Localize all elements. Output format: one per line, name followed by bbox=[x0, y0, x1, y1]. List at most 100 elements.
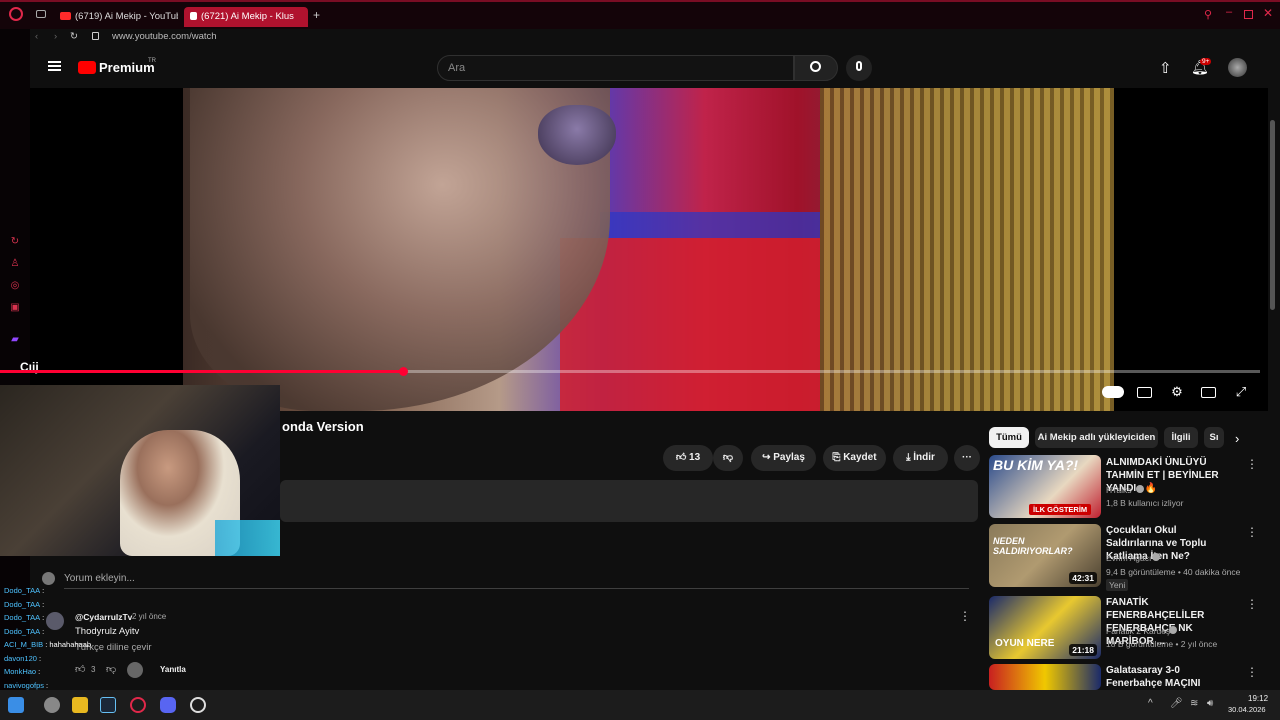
chat-text: : bbox=[42, 599, 45, 609]
more-actions-button[interactable]: ··· bbox=[954, 445, 980, 471]
rec-thumbnail[interactable]: BU KİM YA?! İLK GÖSTERİM bbox=[989, 455, 1101, 518]
chip-more[interactable]: Sı bbox=[1204, 427, 1224, 448]
twitch-icon[interactable]: ▰ bbox=[9, 334, 21, 346]
fullscreen-icon[interactable]: ⤢ bbox=[1233, 384, 1249, 400]
share-button[interactable]: ↪ Paylaş bbox=[751, 445, 816, 471]
reply-button[interactable]: Yanıtla bbox=[160, 665, 186, 674]
download-button[interactable]: ⤓ İndir bbox=[893, 445, 948, 471]
url-text[interactable]: www.youtube.com/watch bbox=[112, 31, 217, 42]
steam-icon[interactable] bbox=[100, 697, 116, 713]
opera-logo-icon[interactable] bbox=[9, 7, 23, 21]
rec-thumbnail[interactable]: NEDEN SALDIRIYORLAR? 42:31 bbox=[989, 524, 1101, 587]
avatar[interactable] bbox=[1228, 58, 1247, 77]
obs-icon[interactable] bbox=[190, 697, 206, 713]
chip-from-uploader[interactable]: Ai Mekip adlı yükleyiciden bbox=[1035, 427, 1158, 448]
logo-text[interactable]: Premium bbox=[99, 60, 155, 75]
opera-taskbar-icon[interactable] bbox=[130, 697, 146, 713]
clock-time[interactable]: 19:12 bbox=[1248, 694, 1268, 703]
chip-all[interactable]: Tümü bbox=[989, 427, 1029, 448]
menu-icon-bar bbox=[48, 65, 61, 67]
messenger-icon[interactable]: ◎ bbox=[9, 280, 21, 292]
verified-icon bbox=[1169, 626, 1177, 634]
chat-username[interactable]: Dodo_TAA bbox=[4, 586, 40, 595]
page-scrollbar[interactable] bbox=[1270, 120, 1275, 310]
rec-channel[interactable]: Fanatik 2 Kardeş bbox=[1106, 626, 1170, 636]
wifi-icon[interactable]: ≋ bbox=[1190, 698, 1198, 709]
voice-search-button[interactable] bbox=[846, 55, 872, 81]
notifications-badge: 9+ bbox=[1200, 58, 1212, 65]
comment-menu-icon[interactable]: ⋮ bbox=[959, 610, 971, 622]
settings-icon[interactable]: ⚙ bbox=[1169, 384, 1185, 400]
description-box[interactable] bbox=[280, 480, 978, 522]
file-explorer-icon[interactable] bbox=[72, 697, 88, 713]
thumbs-up-icon: 👍︎ bbox=[675, 452, 690, 463]
like-button[interactable]: 👍︎ 13 bbox=[663, 445, 713, 471]
rec-title[interactable]: Galatasaray 3-0 Fenerbahçe MAÇINI İZLİYO… bbox=[1106, 664, 1236, 690]
minimize-icon[interactable]: – bbox=[1226, 6, 1232, 18]
rec-menu-icon[interactable]: ⋮ bbox=[1246, 666, 1258, 678]
history-icon[interactable]: ↻ bbox=[9, 236, 21, 248]
search-input[interactable]: Ara bbox=[437, 55, 794, 81]
rec-menu-icon[interactable]: ⋮ bbox=[1246, 526, 1258, 538]
comment-dislike-icon[interactable]: 👎︎ bbox=[106, 663, 116, 675]
search-taskbar-icon[interactable] bbox=[44, 697, 60, 713]
reload-icon[interactable]: ↻ bbox=[70, 31, 78, 42]
rec-channel[interactable]: HTalks bbox=[1106, 485, 1132, 495]
comment-text: Thodyrulz Ayitv bbox=[75, 626, 140, 637]
thumbs-down-icon: 👎︎ bbox=[722, 452, 734, 463]
subtitles-icon[interactable] bbox=[1137, 387, 1152, 398]
chat-message: Dodo_TAA: bbox=[4, 627, 44, 636]
youtube-logo-icon[interactable] bbox=[78, 61, 96, 74]
duration-badge: 42:31 bbox=[1069, 572, 1097, 584]
forward-icon[interactable]: › bbox=[54, 31, 57, 42]
new-tab-icon[interactable]: + bbox=[313, 8, 320, 22]
close-window-icon[interactable]: ✕ bbox=[1263, 6, 1273, 20]
address-bar[interactable]: ‹ › ↻ www.youtube.com/watch bbox=[30, 29, 1280, 47]
rec-menu-icon[interactable]: ⋮ bbox=[1246, 458, 1258, 470]
commenter-avatar[interactable] bbox=[46, 612, 64, 630]
rec-channel[interactable]: Evrim Ağacı bbox=[1106, 553, 1151, 563]
chat-text: : hahahahaab bbox=[45, 640, 92, 649]
chevron-right-icon[interactable]: › bbox=[1235, 431, 1239, 446]
back-icon[interactable]: ‹ bbox=[35, 31, 38, 42]
chat-username[interactable]: ACI_M_BIB bbox=[4, 640, 43, 649]
bookmark-icon: ⎘ bbox=[832, 452, 844, 463]
logo-region: TR bbox=[148, 58, 156, 64]
start-icon[interactable] bbox=[8, 697, 24, 713]
dislike-button[interactable]: 👎︎ bbox=[713, 445, 743, 471]
music-icon[interactable]: ▣ bbox=[9, 302, 21, 314]
comment-input[interactable]: Yorum ekleyin... bbox=[64, 573, 135, 584]
chat-username[interactable]: Dodo_TAA bbox=[4, 613, 40, 622]
miniplayer-icon[interactable] bbox=[1201, 387, 1216, 398]
chip-related[interactable]: İlgili bbox=[1164, 427, 1198, 448]
comment-like-icon[interactable]: 👍︎ bbox=[75, 663, 85, 675]
comment-time[interactable]: 2 yıl önce bbox=[132, 612, 166, 621]
tray-chevron-icon[interactable]: ^ bbox=[1148, 698, 1153, 709]
chat-text: : bbox=[38, 653, 42, 663]
chat-username[interactable]: MonkHao bbox=[4, 667, 36, 676]
tab-overview-icon[interactable] bbox=[36, 10, 46, 18]
upload-icon[interactable]: ⇧ bbox=[1159, 59, 1172, 77]
rec-menu-icon[interactable]: ⋮ bbox=[1246, 598, 1258, 610]
chat-username[interactable]: Dodo_TAA bbox=[4, 627, 40, 636]
maximize-icon[interactable] bbox=[1244, 10, 1253, 19]
chat-username[interactable]: davon120 bbox=[4, 654, 37, 663]
tab-youtube-1[interactable]: (6719) Ai Mekip - YouTube bbox=[54, 7, 178, 27]
tray-mic-icon[interactable]: 🎤︎ bbox=[1170, 698, 1183, 709]
clock-date[interactable]: 30.04.2026 bbox=[1228, 705, 1266, 714]
rec-thumbnail[interactable] bbox=[989, 664, 1101, 690]
save-button[interactable]: ⎘ Kaydet bbox=[823, 445, 886, 471]
search-button[interactable] bbox=[794, 55, 838, 81]
premiere-badge: İLK GÖSTERİM bbox=[1029, 504, 1092, 515]
chat-username[interactable]: navivogofps bbox=[4, 681, 44, 690]
discord-icon[interactable] bbox=[160, 697, 176, 713]
chat-username[interactable]: Dodo_TAA bbox=[4, 600, 40, 609]
volume-icon[interactable]: 🔊︎ bbox=[1207, 698, 1213, 709]
bag-icon[interactable]: ♙ bbox=[9, 258, 21, 270]
rec-thumbnail[interactable]: OYUN NERE 21:18 bbox=[989, 596, 1101, 659]
search-tabs-icon[interactable]: ⚲ bbox=[1204, 8, 1212, 21]
autoplay-toggle[interactable] bbox=[1102, 386, 1124, 398]
browser-tab-bar: (6719) Ai Mekip - YouTube (6721) Ai Meki… bbox=[0, 0, 1280, 29]
tab-youtube-2[interactable]: (6721) Ai Mekip - Klus bbox=[184, 7, 308, 27]
comment-author[interactable]: @CydarrulzTv bbox=[75, 612, 132, 622]
